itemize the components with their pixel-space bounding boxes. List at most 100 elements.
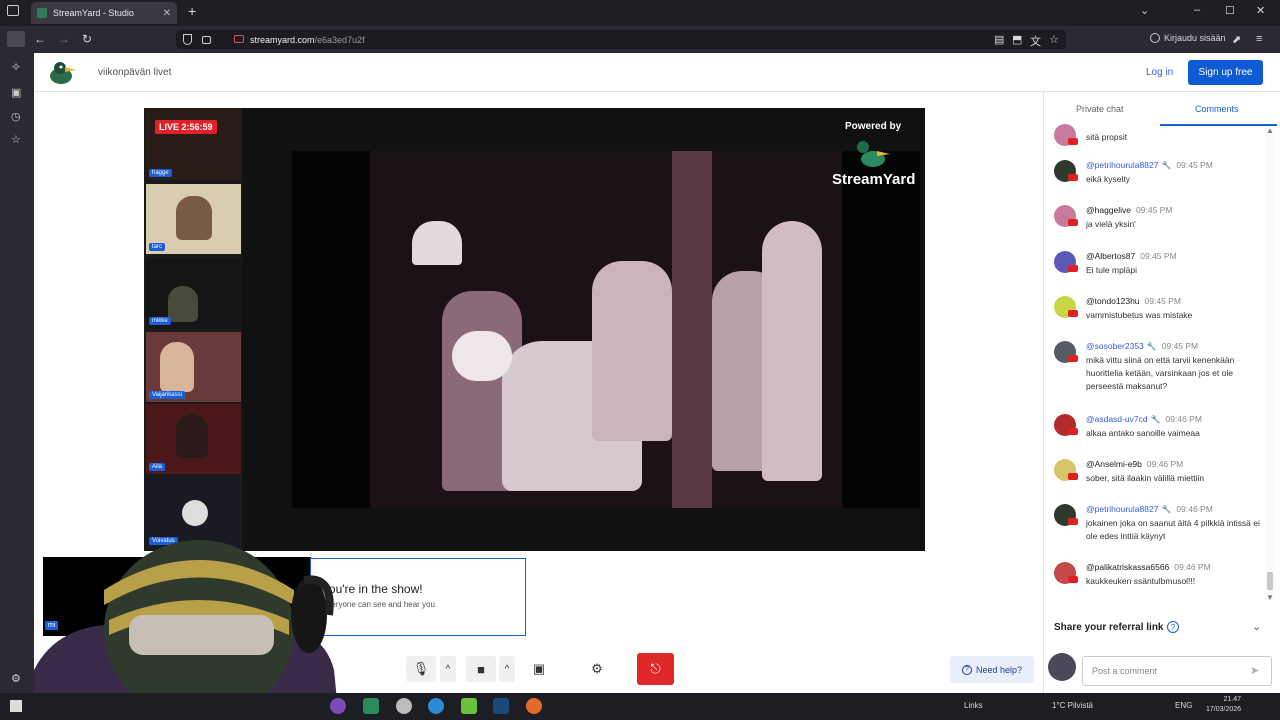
edge-icon[interactable] [428,698,444,714]
comment-text: vammistubetus was mistake [1086,310,1193,320]
shared-video [292,151,920,508]
scroll-down-icon[interactable]: ▼ [1266,593,1274,602]
mic-options-chevron-icon[interactable]: ^ [440,656,456,682]
tab-list-icon[interactable] [7,5,19,16]
minimize-icon[interactable]: – [1194,4,1200,16]
new-tab-icon[interactable]: + [188,3,196,19]
url-bar[interactable]: streamyard.com/e6a3ed7u2f [176,30,1066,49]
streamyard-watermark-text: StreamYard [832,171,916,188]
comment-text: alkaa antako sanoille vaimeaa [1086,428,1200,438]
app-icon[interactable] [330,698,346,714]
links-toolbar[interactable]: Links [964,701,983,710]
streamyard-favicon [37,8,47,18]
favorites-icon[interactable]: ☆ [11,133,21,146]
youtube-icon [1068,473,1078,480]
close-window-icon[interactable]: ✕ [1256,4,1265,17]
participant-card[interactable]: tarc [146,184,241,254]
moderator-wrench-icon: 🔧 [1161,505,1172,514]
comment-text: jokainen joka on saanut äitä 4 pilkkiä i… [1086,518,1260,541]
settings-gear-icon[interactable]: ⚙ [582,656,612,682]
send-icon[interactable]: ➤ [1250,664,1259,677]
back-icon[interactable]: ← [34,32,46,46]
share-screen-icon[interactable]: ▣ [524,656,554,682]
active-tab-underline [1160,124,1277,126]
camera-permission-icon[interactable] [234,35,244,43]
close-tab-icon[interactable]: ✕ [163,8,171,19]
youtube-icon [1068,355,1078,362]
youtube-icon [1068,174,1078,181]
app-icon[interactable] [396,698,412,714]
save-pocket-icon[interactable]: ⬒ [1012,33,1022,46]
ai-sparkle-icon[interactable]: ✧ [11,60,21,74]
broadcast-title: viikonpävän livet [98,67,172,78]
reload-icon[interactable]: ↻ [82,32,92,46]
signin-label: Kirjaudu sisään [1164,33,1226,43]
shield-icon[interactable] [183,34,192,45]
tab-comments[interactable]: Comments [1195,104,1239,114]
scroll-up-icon[interactable]: ▲ [1266,126,1274,135]
clock-date: 17/03/2026 [1206,706,1242,713]
participant-card[interactable]: Vaijarikassi [146,332,241,402]
streamyard-logo[interactable] [48,60,78,86]
account-button[interactable]: Kirjaudu sisään [1150,33,1226,43]
username-text: @Albertos87 [1086,251,1136,261]
info-icon[interactable]: ? [1167,621,1179,633]
app-icon[interactable] [461,698,477,714]
comment-time: 09:45 PM [1144,296,1181,306]
sidebar-settings-icon[interactable]: ⚙ [11,672,21,685]
youtube-icon [1068,428,1078,435]
translate-icon[interactable]: 文 [1030,33,1041,49]
start-icon[interactable] [10,700,22,712]
language-indicator[interactable]: ENG [1175,701,1192,710]
username-text: @tondo123hu [1086,296,1140,306]
sidebar-toggle-icon[interactable] [7,31,25,47]
avatar [1048,653,1076,681]
lock-icon[interactable] [202,36,211,44]
maximize-icon[interactable]: ☐ [1225,4,1235,17]
clock[interactable]: 21.47 17/03/2026 [1206,695,1241,715]
participant-card[interactable]: Aila [146,404,241,474]
comment-username: @petrihourula8827 🔧 09:45 PM [1086,160,1213,170]
login-link[interactable]: Log in [1146,67,1173,78]
comment-time: 09:46 PM [1176,504,1213,514]
camera-button[interactable]: ■ [466,656,496,682]
webcam-overlay [34,540,339,720]
history-icon[interactable]: ◷ [11,110,21,123]
participant-name: tarc [149,243,166,251]
extensions-icon[interactable]: ⬈ [1232,33,1241,46]
forward-icon[interactable]: → [58,32,70,46]
account-icon [1150,33,1160,43]
browser-sidebar [0,53,34,693]
comment-time: 09:46 PM [1146,459,1184,469]
in-show-card [310,558,526,636]
chevron-down-icon[interactable]: ⌄ [1252,620,1261,633]
comment-time: 09:45 PM [1161,341,1199,351]
browser-tab[interactable]: StreamYard - Studio ✕ [31,2,177,24]
app-icon[interactable] [363,698,379,714]
steam-icon[interactable] [493,698,509,714]
leave-studio-button[interactable]: ⎋ [637,653,674,685]
microphone-button[interactable]: 🎙 [406,656,436,682]
comment-time: 09:45 PM [1136,205,1173,215]
participant-card[interactable]: mikke [146,258,241,328]
comment-text: sober, sitä ilaakin välillä miettiin [1086,473,1205,483]
tab-title: StreamYard - Studio [53,8,134,18]
comment-username: @haggelive 09:45 PM [1086,205,1172,215]
youtube-icon [1068,138,1078,145]
scrollbar-thumb[interactable] [1267,572,1273,590]
firefox-icon[interactable] [526,698,542,714]
bookmark-star-icon[interactable]: ☆ [1049,33,1059,46]
comment-username: @petrihourula8827 🔧 09:46 PM [1086,504,1213,514]
comment-input[interactable]: Post a comment [1082,656,1272,686]
menu-icon[interactable]: ≡ [1256,33,1262,45]
reader-view-icon[interactable]: ▤ [994,33,1004,46]
camera-options-chevron-icon[interactable]: ^ [499,656,515,682]
help-button[interactable]: ? Need help? [950,656,1034,683]
tab-overflow-icon[interactable]: ⌄ [1140,4,1149,17]
comments-scrollbar[interactable] [1266,128,1274,598]
weather-widget[interactable]: 1°C Pilvistä [1052,701,1093,710]
bookmarks-icon[interactable]: ▣ [11,86,21,99]
referral-label[interactable]: Share your referral link [1054,622,1164,633]
signup-button[interactable]: Sign up free [1188,60,1263,85]
tab-private-chat[interactable]: Private chat [1076,104,1124,114]
